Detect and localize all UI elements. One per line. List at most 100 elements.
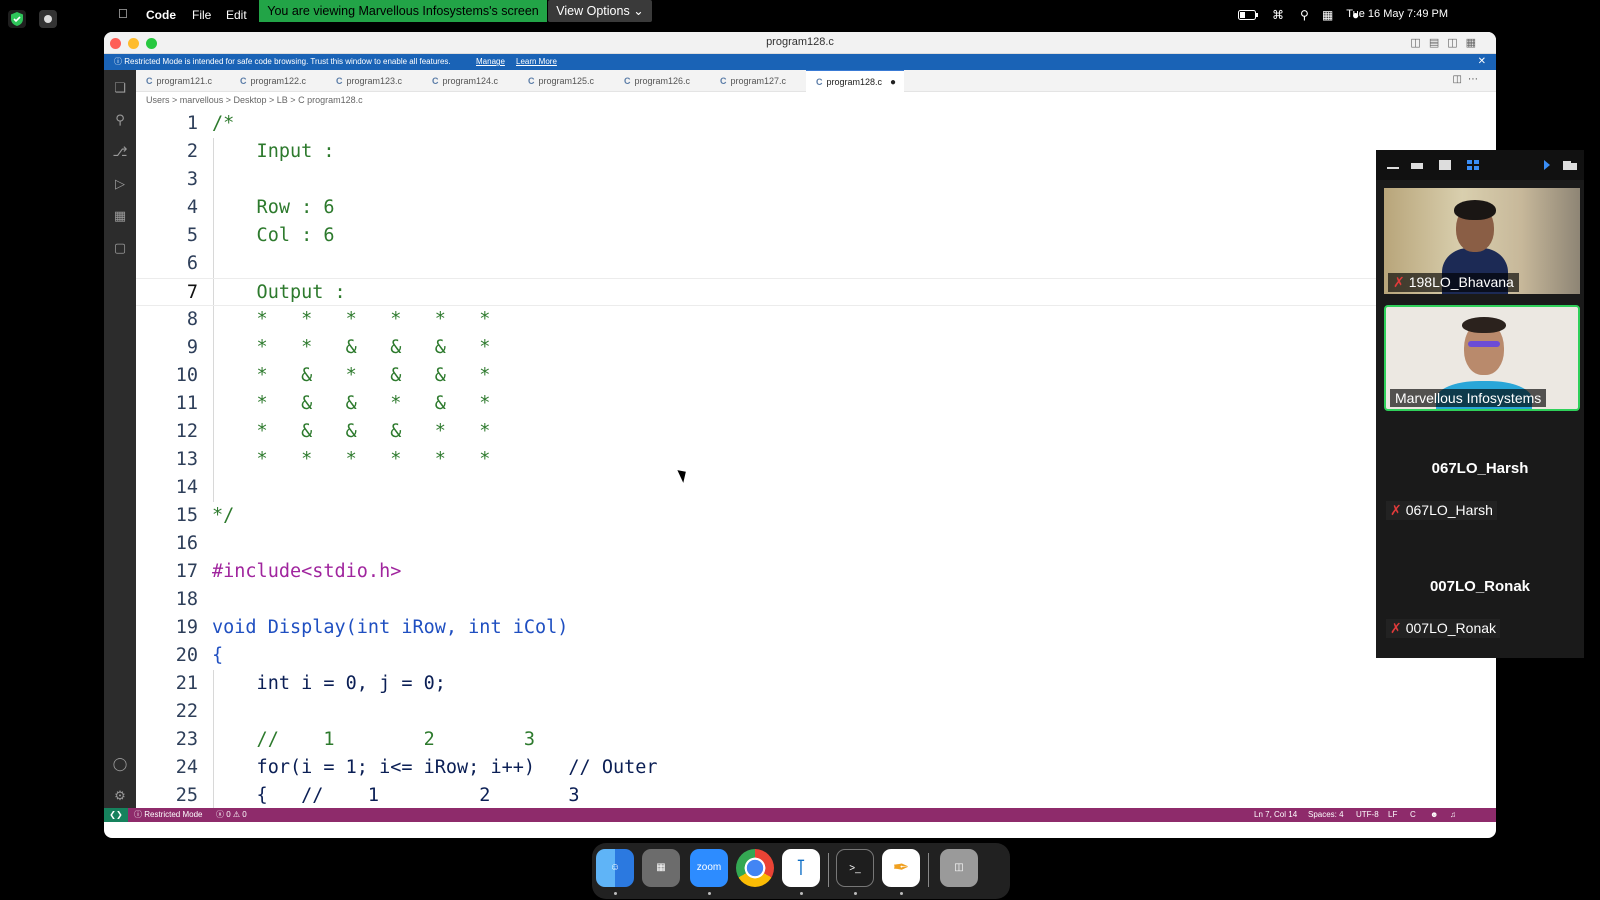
search-icon[interactable]: ⚲ (1300, 8, 1309, 22)
indentation-status[interactable]: Spaces: 4 (1308, 808, 1344, 822)
view-options-button[interactable]: View Options ⌄ (548, 0, 652, 22)
tab-program125[interactable]: Cprogram125.c (518, 70, 614, 92)
tab-program121[interactable]: Cprogram121.c (136, 70, 230, 92)
line-number: 11 (175, 393, 198, 414)
screen-share-banner: You are viewing Marvellous Infosystems's… (259, 0, 547, 22)
tab-program126[interactable]: Cprogram126.c (614, 70, 710, 92)
feedback-icon[interactable]: ☻ (1430, 808, 1438, 822)
tab-program123[interactable]: Cprogram123.c (326, 70, 422, 92)
video-layout-toolbar (1376, 150, 1584, 180)
participant-tile[interactable]: 067LO_Harsh ✗ 067LO_Harsh (1376, 418, 1584, 526)
status-mode-text: Restricted Mode (144, 810, 203, 819)
participant-video[interactable]: ✗ 198LO_Bhavana (1384, 188, 1580, 294)
trash-icon[interactable]: ◫ (940, 849, 978, 887)
side-by-side-icon[interactable] (1562, 158, 1577, 170)
cursor-position-status[interactable]: Ln 7, Col 14 (1254, 808, 1297, 822)
restricted-mode-banner: ⓘ Restricted Mode is intended for safe c… (104, 54, 1496, 70)
control-center-icon[interactable]: ▦ (1322, 8, 1333, 22)
line-number: 6 (186, 253, 198, 274)
participant-name: 067LO_Harsh (1405, 502, 1493, 518)
next-page-icon[interactable] (1540, 158, 1554, 170)
code-text: /* (212, 113, 235, 134)
code-line: 17 #include<stdio.h> (136, 558, 1494, 586)
chevron-down-icon: ⌄ (633, 4, 644, 18)
app-name[interactable]: Code (146, 8, 176, 22)
eol-status[interactable]: LF (1388, 808, 1397, 822)
battery-icon[interactable] (1238, 9, 1258, 23)
launchpad-icon[interactable]: ▦ (642, 849, 680, 887)
gallery-view-icon[interactable] (1466, 158, 1480, 170)
c-file-icon: C (720, 76, 727, 86)
menubar-datetime[interactable]: Tue 16 May 7:49 PM (1346, 8, 1448, 20)
encoding-status[interactable]: UTF-8 (1356, 808, 1379, 822)
language-status[interactable]: C (1410, 808, 1416, 822)
extensions-icon[interactable]: ▦ (112, 208, 128, 224)
terminal-icon[interactable]: >_ (836, 849, 874, 887)
tab-program127[interactable]: Cprogram127.c (710, 70, 806, 92)
remote-indicator-icon[interactable]: ❮❯ (104, 808, 128, 822)
mic-muted-icon: ✗ (1390, 502, 1402, 518)
tab-program124[interactable]: Cprogram124.c (422, 70, 518, 92)
vscode-icon[interactable]: ⊺ (782, 849, 820, 887)
source-control-icon[interactable]: ⎇ (112, 144, 128, 160)
pages-icon[interactable]: ✒ (882, 849, 920, 887)
line-number: 20 (175, 645, 198, 666)
finder-icon[interactable]: ☺ (596, 849, 634, 887)
code-line: 8 * * * * * * (136, 306, 1494, 334)
tab-program122[interactable]: Cprogram122.c (230, 70, 326, 92)
notifications-icon[interactable]: ♫ (1450, 808, 1456, 822)
active-speaker-video[interactable]: Marvellous Infosystems (1384, 305, 1580, 411)
line-number: 19 (175, 617, 198, 638)
manage-link[interactable]: Manage (476, 54, 505, 70)
speaker-view-icon[interactable] (1438, 158, 1452, 170)
thumbnail-view-icon[interactable] (1410, 158, 1424, 170)
participant-name: Marvellous Infosystems (1395, 390, 1542, 406)
wifi-icon[interactable]: ⌘ (1272, 8, 1284, 22)
split-editor-icon[interactable]: ◫⋯ (1453, 74, 1484, 85)
minimize-video-icon[interactable] (1386, 158, 1400, 170)
line-number: 17 (175, 561, 198, 582)
problems-status[interactable]: ⓧ 0 ⚠ 0 (216, 808, 247, 822)
layout-toggle-icons[interactable]: ◫▤◫▦ (1410, 36, 1484, 49)
remote-explorer-icon[interactable]: ▢ (112, 240, 128, 256)
vscode-window: program128.c ◫▤◫▦ ⓘ Restricted Mode is i… (104, 32, 1496, 838)
code-text: { // 1 2 3 (212, 785, 580, 806)
line-number: 4 (186, 197, 198, 218)
code-line: 1 /* (136, 110, 1494, 138)
line-number: 9 (186, 337, 198, 358)
tab-label: program123.c (346, 76, 403, 86)
code-text: for(i = 1; i<= iRow; i++) // Outer (212, 757, 658, 778)
run-debug-icon[interactable]: ▷ (112, 176, 128, 192)
record-icon[interactable] (39, 10, 57, 28)
participant-hair (1454, 200, 1496, 220)
code-line: 10 * & * & & * (136, 362, 1494, 390)
chrome-icon[interactable] (736, 849, 774, 887)
participant-tile[interactable]: 007LO_Ronak ✗ 007LO_Ronak (1376, 536, 1584, 644)
restricted-mode-message: ⓘ Restricted Mode is intended for safe c… (114, 57, 451, 66)
apple-menu-icon[interactable]:  (118, 6, 128, 21)
learn-more-link[interactable]: Learn More (516, 54, 557, 70)
code-editor[interactable]: 1 /* 2 Input : 3 4 Row : 6 5 Col : 6 6 7 … (136, 110, 1496, 822)
zoom-icon[interactable]: zoom (690, 849, 728, 887)
current-code-line: 7 Output : (136, 278, 1494, 306)
code-line: 4 Row : 6 (136, 194, 1494, 222)
gear-icon[interactable]: ⚙ (112, 788, 128, 804)
code-line: 24 for(i = 1; i<= iRow; i++) // Outer (136, 754, 1494, 782)
account-icon[interactable]: ◯ (112, 756, 128, 772)
menu-edit[interactable]: Edit (226, 8, 247, 22)
mic-muted-icon: ✗ (1390, 620, 1402, 636)
mac-menubar:  Code File Edit You are viewing Marvell… (104, 0, 1496, 30)
code-line: 3 (136, 166, 1494, 194)
restricted-mode-status[interactable]: ⓘ Restricted Mode (134, 808, 202, 822)
close-banner-icon[interactable]: ✕ (1478, 54, 1486, 70)
tab-program128[interactable]: Cprogram128.c ● (806, 70, 904, 92)
participant-name: 198LO_Bhavana (1408, 274, 1514, 290)
shield-icon[interactable] (8, 10, 26, 28)
breadcrumb[interactable]: Users > marvellous > Desktop > LB > C pr… (146, 95, 363, 105)
code-line: 23 // 1 2 3 (136, 726, 1494, 754)
menu-file[interactable]: File (192, 8, 211, 22)
unsaved-dot-icon[interactable]: ● (890, 77, 896, 88)
search-icon[interactable]: ⚲ (112, 112, 128, 128)
explorer-icon[interactable]: ❏ (112, 80, 128, 96)
mic-muted-icon: ✗ (1393, 274, 1405, 290)
